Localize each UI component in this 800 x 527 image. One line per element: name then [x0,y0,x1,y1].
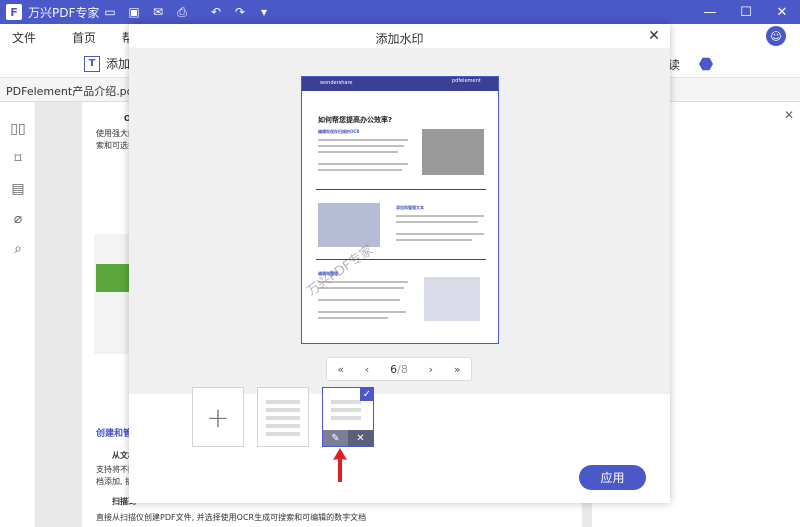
page-indicator: 6/8 [390,363,408,376]
preview-image [422,129,484,175]
template-bar [266,408,300,412]
modal-overlay: 添加水印 ✕ wondershare pdfelement 如何帮您提高办公效率… [0,0,800,527]
watermark-dialog: 添加水印 ✕ wondershare pdfelement 如何帮您提高办公效率… [129,24,670,503]
prev-page-button[interactable]: ‹ [365,363,369,376]
preview-text-line [318,139,408,141]
preview-text-line [318,287,404,289]
preview-separator [316,189,486,190]
arrow-shape [333,448,347,482]
preview-area: wondershare pdfelement 如何帮您提高办公效率? 编辑和保存… [129,48,670,394]
preview-text-line [318,145,404,147]
template-bar [266,432,300,436]
preview-text-line [318,163,408,165]
total-pages: /8 [397,362,408,376]
first-page-button[interactable]: « [337,363,344,376]
preview-brand-right: pdfelement [452,78,481,84]
preview-page: wondershare pdfelement 如何帮您提高办公效率? 编辑和保存… [301,76,499,344]
template-bar [266,400,300,404]
preview-text-line [318,151,398,153]
preview-image [424,277,480,321]
add-template-button[interactable]: + [192,387,244,447]
preview-heading: 如何帮您提高办公效率? [318,116,393,124]
preview-text-line [396,233,484,235]
selected-check-icon: ✓ [360,387,374,401]
template-bar [331,416,361,420]
template-bar [331,400,361,404]
template-bar [266,424,300,428]
template-card-selected[interactable]: ✓ ✎ ✕ [322,387,374,447]
preview-header: wondershare pdfelement [302,77,498,91]
next-page-button[interactable]: › [429,363,433,376]
preview-brand-left: wondershare [320,80,353,86]
template-card[interactable] [257,387,309,447]
page-navigator: « ‹ 6/8 › » [326,357,472,381]
preview-text-line [318,311,406,313]
preview-subheading: 编辑和保存扫描的OCR [318,129,360,134]
preview-text-line [318,169,402,171]
template-actions: ✎ ✕ [323,430,373,446]
preview-text-line [318,317,388,319]
last-page-button[interactable]: » [454,363,461,376]
dialog-title: 添加水印 [375,32,424,46]
pointer-arrow [333,448,347,482]
delete-icon[interactable]: ✕ [348,430,373,446]
apply-button[interactable]: 应用 [579,465,646,490]
edit-icon[interactable]: ✎ [323,430,348,446]
close-icon[interactable]: ✕ [646,28,662,44]
template-bar [266,416,300,420]
preview-text-line [396,239,472,241]
preview-text-line [318,299,400,301]
template-bar [331,408,361,412]
